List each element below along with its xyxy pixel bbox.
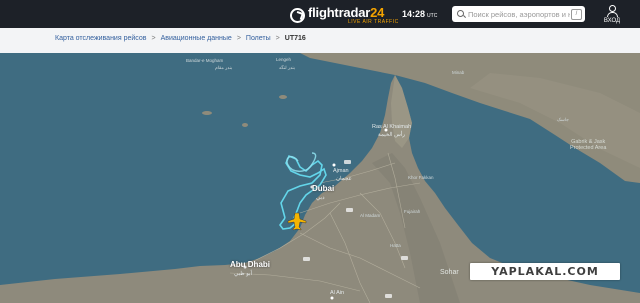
breadcrumb-current-flight: UT716 (284, 35, 306, 42)
map-label-al-ain: Al Ain (330, 290, 345, 296)
search-shortcut-key: / (571, 8, 582, 20)
map-label-gabrik-jask-protected-area: Gabrik & Jask Protected Area (570, 139, 607, 152)
radar-logo-icon (290, 7, 305, 23)
map-label-bandar-mogham-ar: بندر مقام (215, 65, 233, 70)
island (279, 95, 287, 99)
breadcrumb-separator: > (275, 35, 280, 42)
map-label-ajman: Ajman (333, 168, 349, 174)
logo-tagline: LIVE AIR TRAFFIC (348, 18, 399, 25)
clock-timezone: UTC (427, 13, 438, 19)
breadcrumb: Карта отслеживания рейсов > Авиационные … (55, 35, 306, 42)
map-label-khor-fakkan: Khor Fakkan (408, 175, 434, 180)
search-box[interactable]: / (452, 6, 585, 22)
map-label-abu-dhabi: Abu Dhabi (230, 260, 270, 269)
breadcrumb-separator: > (236, 35, 241, 42)
breadcrumb-separator: > (151, 35, 156, 42)
map-label-dubai-ar: دبي (316, 195, 325, 201)
map-label-fujairah: Fujairah (404, 209, 421, 214)
yaplakal-watermark: YAPLAKAL.COM (470, 263, 620, 280)
logo-number: 24 (370, 4, 385, 20)
map-label-ajman-ar: عجمان (336, 176, 352, 182)
map-label-sohar: Sohar (440, 269, 459, 276)
breadcrumb-link-map[interactable]: Карта отслеживания рейсов (55, 35, 146, 42)
map-label-ras-al-khaimah-ar: رأس الخيمة (378, 132, 405, 138)
map-label-minab: Minab (452, 70, 465, 75)
island (242, 123, 248, 127)
flight-map[interactable]: Bandar-e Mogham بندر مقام Lengeh بندر لن… (0, 53, 640, 303)
breadcrumb-link-aviation-data[interactable]: Авиационные данные (161, 35, 232, 42)
watermark-text: YAPLAKAL.COM (491, 265, 599, 278)
utc-clock: 14:28 UTC (402, 9, 437, 19)
map-label-al-madam: Al Madam (360, 213, 381, 218)
logo-name: flightradar (308, 4, 371, 20)
map-label-bandar-mogham: Bandar-e Mogham (186, 58, 224, 63)
map-label-abu-dhabi-ar: أبو ظبي (234, 271, 253, 277)
map-label-hatta: Hatta (390, 243, 401, 248)
top-navigation-bar: flightradar24 LIVE AIR TRAFFIC 14:28 UTC … (0, 0, 640, 28)
user-icon (606, 5, 618, 17)
flightradar24-logo[interactable]: flightradar24 LIVE AIR TRAFFIC (290, 4, 399, 26)
island (202, 111, 212, 115)
login-button[interactable]: ВХОД (599, 5, 625, 24)
search-input[interactable] (468, 9, 570, 19)
search-icon (457, 10, 465, 18)
clock-time: 14:28 (402, 9, 426, 19)
island (313, 54, 321, 58)
breadcrumb-bar: Карта отслеживания рейсов > Авиационные … (0, 28, 640, 54)
breadcrumb-link-flights[interactable]: Полеты (246, 35, 271, 42)
map-label-ras-al-khaimah: Ras Al Khaimah (372, 124, 412, 130)
map-label-jashk: جاسک (557, 117, 569, 122)
map-label-dubai: Dubai (312, 184, 335, 193)
login-label: ВХОД (603, 18, 621, 24)
map-label-lengeh-ar: بندر لنگه (279, 65, 296, 70)
map-label-lengeh: Lengeh (276, 57, 292, 62)
